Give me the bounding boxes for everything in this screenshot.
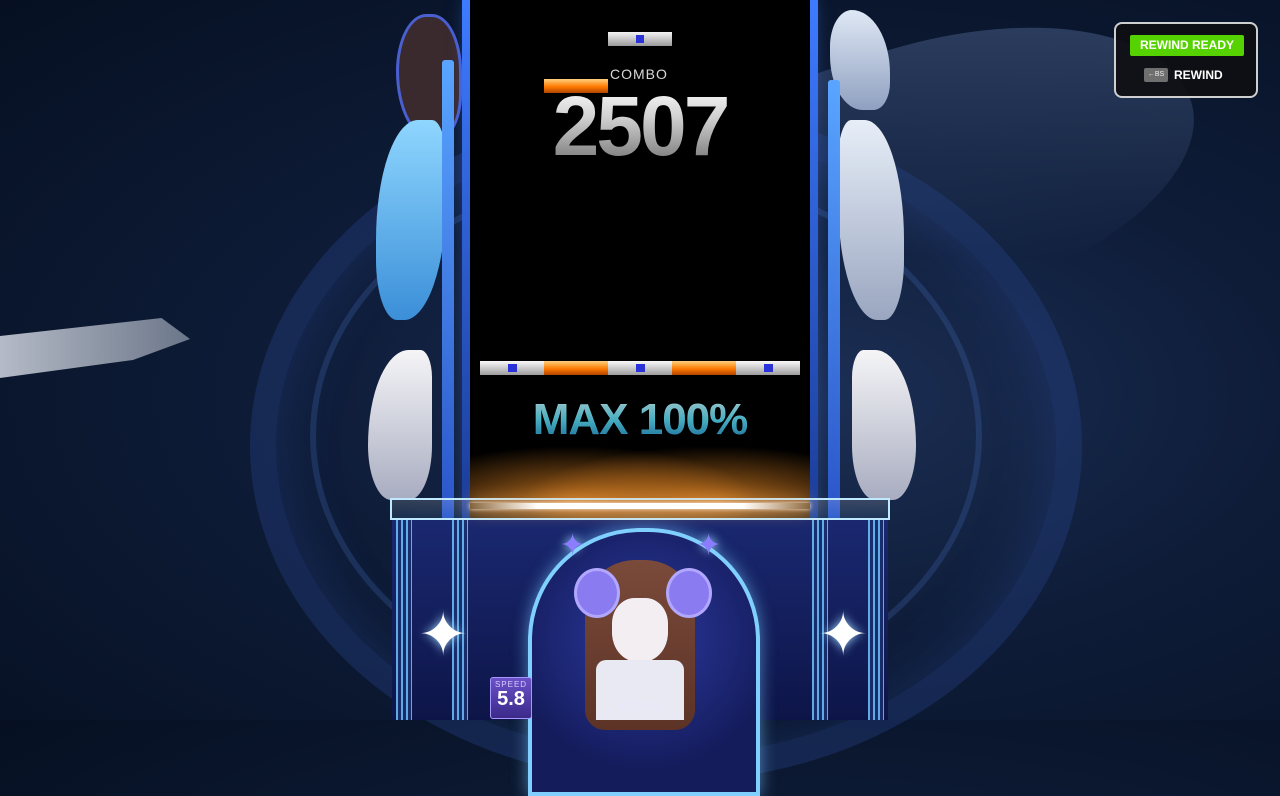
right-white-wing-ornament [838,120,904,320]
chord-note-4 [672,361,736,375]
chord-note-2 [544,361,608,375]
right-frame-rail [828,80,840,520]
lane-right-border [810,0,818,520]
star-icon: ✦ [696,529,722,562]
right-pillar [868,520,884,720]
background-wing-art [0,318,190,378]
judgment-line [470,503,810,509]
judgment-text: MAX 100% [480,395,800,445]
combo-counter: 2507 [550,84,731,168]
sparkle-icon: ✦ [818,601,869,668]
character-right-horn [666,568,712,618]
lane-left-border [462,0,470,520]
speed-indicator: SPEED 5.8 [490,677,532,719]
note-core [764,364,773,372]
left-blue-wing-ornament [376,120,446,320]
judgment-line-frame [390,498,890,520]
character-face [612,598,668,662]
note-core [508,364,517,372]
star-icon: ✦ [560,529,586,562]
left-white-feather-ornament [368,350,432,500]
backspace-key-hint: ←BS [1144,68,1168,82]
score-display: 933005 [617,702,663,713]
right-white-feather-ornament [852,350,916,500]
left-frame-rail [442,60,454,520]
rewind-button[interactable]: REWIND [1174,68,1223,83]
rewind-ready-badge: REWIND READY [1130,35,1244,56]
sparkle-icon: ✦ [418,601,469,668]
note-core [636,364,645,372]
rewind-panel: REWIND READY ←BS REWIND [1114,22,1258,98]
note-core [636,35,644,43]
speed-value: 5.8 [497,688,525,710]
character-left-horn [574,568,620,618]
left-pillar [396,520,412,720]
